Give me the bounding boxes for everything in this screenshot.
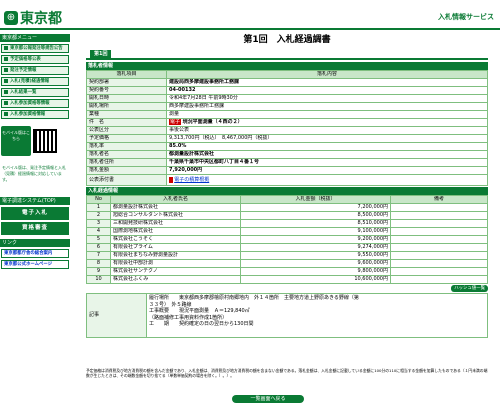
sidebar-item-kekka[interactable]: 入札結果一覧 — [1, 88, 69, 97]
page-header: ⊕ 東京都 入札情報サービス — [0, 0, 500, 30]
sidebar: 東京都メニュー 東京都公報発注等規告公告 予定価格等公表 発注予定情報 入札(見… — [0, 34, 70, 271]
remarks-table: 記事 履行場所 東京都西多摩郡檜原村南郷地内 外１４箇所 主要地方道上野原あきる… — [86, 293, 488, 338]
info-label: 業種 — [86, 110, 167, 119]
info-value: 都測量設計株式会社 — [166, 150, 488, 159]
bid-col-name: 入札者氏名 — [110, 195, 241, 204]
info-value: 電子の積算根拠 — [166, 174, 488, 186]
table-row: 9 株式会社サンテクノ 9,800,000円 — [86, 267, 488, 276]
info-label: 予定価格 — [86, 134, 167, 143]
sidebar-item-koukoku[interactable]: 東京都公報発注等規告公告 — [1, 44, 69, 53]
info-value: 7,920,000円 — [166, 166, 488, 175]
info-value: 令和4年7月28日 午前9時30分 — [166, 94, 488, 103]
info-section-heading: 落札者情報 — [86, 62, 488, 70]
sidebar-esystem-heading[interactable]: 電子調達システム(TOP) — [0, 197, 70, 205]
bid-col-note: 備考 — [390, 195, 488, 204]
table-row: 1 都測量設計株式会社 7,200,000円 — [86, 203, 488, 212]
table-row: 4 国際測地株式会社 9,100,000円 — [86, 227, 488, 236]
table-row: 5 株式会社こうそく 9,200,000円 — [86, 235, 488, 244]
remarks-content: 履行場所 東京都西多摩郡檜原村南郷地内 外１４箇所 主要地方道上野原あきる野線（… — [146, 293, 488, 338]
page-title: 第1回 入札経過調書 — [243, 35, 331, 45]
info-value: 千葉県千葉市中央区都町八丁目４番１号 — [166, 158, 488, 167]
table-row: 7 有限会社まちなみ野測量設計 9,550,000円 — [86, 251, 488, 260]
denshi-badge: 電子 — [169, 119, 182, 125]
bid-table: No 入札者氏名 入札金額（税抜） 備考 1 都測量設計株式会社 7,200,000… — [86, 195, 488, 284]
info-label: 開札場所 — [86, 102, 167, 111]
tokyo-logo[interactable]: ⊕ 東京都 — [4, 8, 62, 28]
back-to-list-button[interactable]: 一覧画面へ戻る — [232, 395, 304, 403]
tab-divider — [86, 58, 488, 60]
sidebar-link-official[interactable]: 東京都公式ホームページ — [1, 260, 69, 269]
sidebar-link-choushazikan[interactable]: 東京都都庁舎の総合案内 — [1, 249, 69, 258]
attachment-link[interactable]: 電子の積算根拠 — [174, 177, 209, 183]
remarks-label: 記事 — [86, 293, 147, 338]
info-label: 落札率 — [86, 142, 167, 151]
table-row: 10 株式会社ふくみ 10,600,000円 — [86, 275, 488, 284]
service-title: 入札情報サービス — [438, 13, 494, 21]
bid-section-heading: 入札経過情報 — [86, 187, 488, 195]
info-value: 04-00132 — [166, 86, 488, 95]
info-label: 落札者名 — [86, 150, 167, 159]
info-label: 開札日時 — [86, 94, 167, 103]
info-value: 西多摩建設事務所工務課 — [166, 102, 488, 111]
info-label: 公表区分 — [86, 126, 167, 135]
info-label: 落札金額 — [86, 166, 167, 175]
sidebar-item-keika[interactable]: 入札(見積)経過情報 — [1, 77, 69, 86]
sidebar-item-shikaku[interactable]: 入札参加資格情報 — [1, 110, 69, 119]
sidebar-link-heading: リンク — [0, 239, 70, 247]
info-label: 公表添付書 — [86, 174, 167, 186]
tab-round-1[interactable]: 第1回 — [90, 50, 112, 58]
table-row: 6 有限会社プライム 9,274,000円 — [86, 243, 488, 252]
tokyo-emblem-icon: ⊕ — [4, 11, 18, 25]
main-content: 落札者情報 落札項目 落札内容 契約部署 建設局西多摩建設事務所工務課 契約番号 0… — [86, 62, 488, 338]
info-value: 建設局西多摩建設事務所工務課 — [166, 78, 488, 87]
info-value: 電子 現況平面測量（４西の２） — [166, 118, 488, 127]
info-col-item: 落札項目 — [86, 70, 167, 79]
info-label: 契約部署 — [86, 78, 167, 87]
sidebar-item-hacchu-yotei[interactable]: 発注予定情報 — [1, 66, 69, 75]
footnote: 予定価格は消費税及び地方消費税の額を含んだ金額であり、入札金額は、消費税及び地方… — [86, 368, 488, 378]
bid-col-amount: 入札金額（税抜） — [240, 195, 391, 204]
qr-code-icon — [33, 129, 57, 153]
info-value: 事後公表 — [166, 126, 488, 135]
info-col-content: 落札内容 — [166, 70, 488, 79]
bid-col-no: No — [86, 195, 111, 204]
mobile-box: モバイル版はこちら — [1, 122, 69, 160]
mobile-button[interactable]: モバイル版はこちら — [1, 126, 31, 156]
sidebar-shikaku-shinsa[interactable]: 資格審査 — [1, 222, 69, 235]
info-value: 測量 — [166, 110, 488, 119]
sidebar-item-yotei-kakaku[interactable]: 予定価格等公表 — [1, 55, 69, 64]
info-value: 9,313,700円（税込） 8,467,000円（税抜） — [166, 134, 488, 143]
table-row: 3 三和開発技研株式会社 8,510,000円 — [86, 219, 488, 228]
info-label: 件 名 — [86, 118, 167, 127]
info-label: 契約番号 — [86, 86, 167, 95]
info-value: 85.0% — [166, 142, 488, 151]
table-row: 2 旭総合コンサルタント株式会社 8,500,000円 — [86, 211, 488, 220]
subject-name: 現況平面測量（４西の２） — [182, 119, 243, 126]
info-label: 落札者住所 — [86, 158, 167, 167]
logo-text: 東京都 — [20, 11, 62, 27]
mobile-description: モバイル版は、発注予定情報と入札（見積）経過情報に対応しています。 — [2, 165, 66, 182]
sidebar-denshi-nyusatsu[interactable]: 電子入札 — [1, 207, 69, 220]
table-row: 8 有限会社中部計測 9,600,000円 — [86, 259, 488, 268]
info-table: 落札項目 落札内容 契約部署 建設局西多摩建設事務所工務課 契約番号 04-0013… — [86, 70, 488, 186]
hash-list-button[interactable]: ハッシュ値一覧 — [451, 285, 488, 292]
sidebar-item-shikaku-tou[interactable]: 入札参加資格等情報 — [1, 99, 69, 108]
sidebar-menu-heading: 東京都メニュー — [0, 34, 70, 42]
